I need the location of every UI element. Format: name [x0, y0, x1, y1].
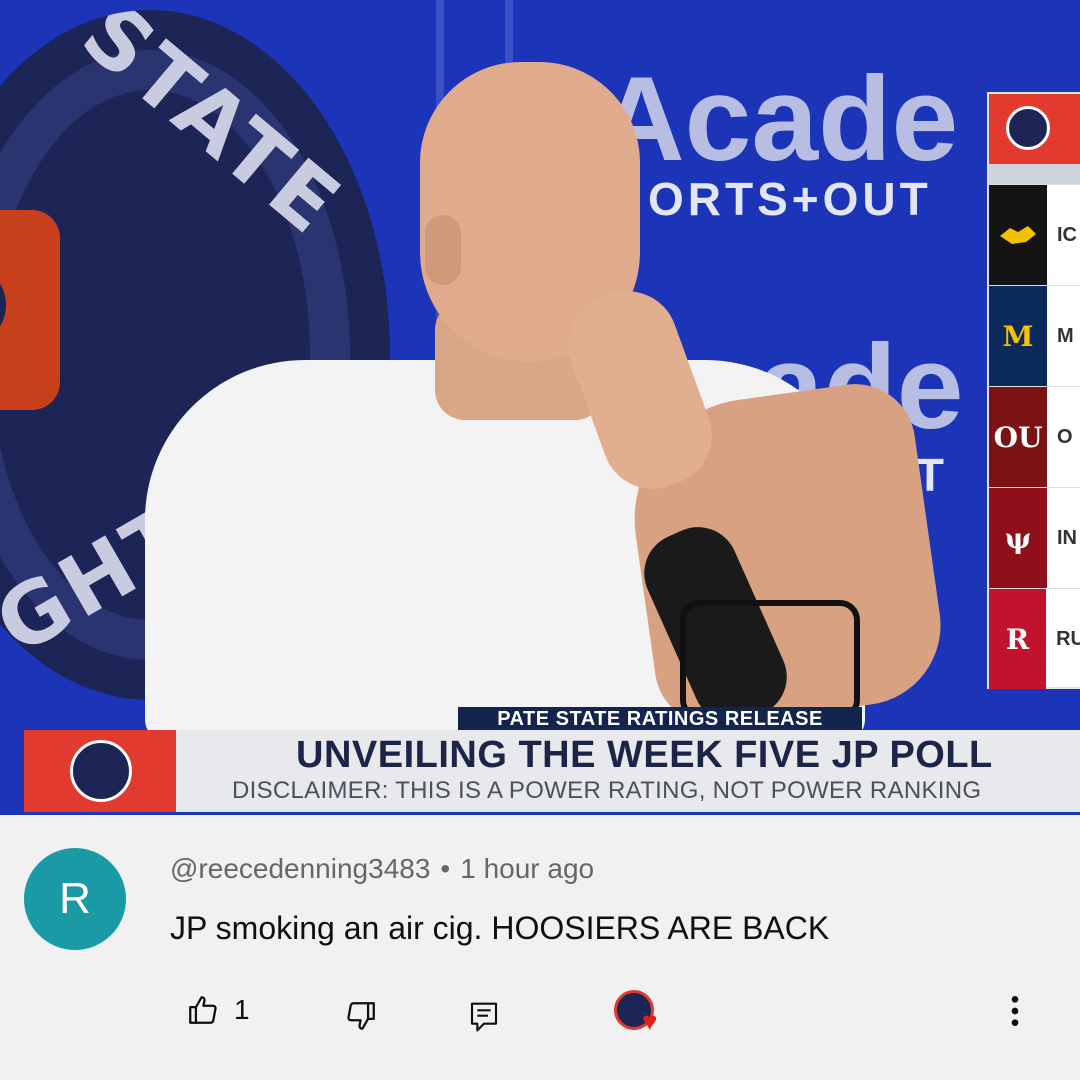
like-count: 1	[234, 994, 250, 1025]
block-r-icon: R	[989, 589, 1047, 689]
standings-team-abbr: IC	[1057, 223, 1077, 246]
host-ear	[425, 215, 461, 285]
ou-icon: OU	[989, 387, 1047, 487]
comment-text: JP smoking an air cig. HOOSIERS ARE BACK	[170, 910, 830, 946]
standings-team-abbr: M	[1057, 324, 1074, 347]
more-options-button[interactable]	[1000, 991, 1030, 1031]
standings-panel: IC M M OU Oψ IN R RU	[987, 92, 1080, 689]
heart-icon: ♥	[642, 1006, 658, 1036]
standings-row: MM	[989, 285, 1080, 386]
standings-header	[989, 94, 1080, 164]
standings-team-abbr: RU	[1056, 627, 1080, 650]
comment-card: R @reecedenning3483 • 1 hour ago JP smokin…	[0, 815, 1080, 1074]
standings-row: R RU	[989, 588, 1080, 689]
reply-comment-icon	[470, 1002, 498, 1032]
standings-team-abbr: IN	[1057, 526, 1077, 549]
standings-row: OU O	[989, 386, 1080, 487]
academy-sign-subtext: ORTS+OUT	[648, 173, 932, 225]
creator-heart-badge[interactable]: ♥	[614, 990, 668, 1036]
hawkeye-icon	[989, 185, 1047, 285]
video-frame[interactable]: STATE GHT Acade ORTS+OUT cade +OUT ICMMO…	[0, 0, 1080, 815]
lower-third-disclaimer: DISCLAIMER: THIS IS A POWER RATING, NOT …	[232, 777, 982, 804]
dislike-button[interactable]	[344, 999, 378, 1033]
like-button[interactable]: 1	[186, 993, 250, 1027]
standings-row: IC	[989, 184, 1080, 285]
standings-team-abbr: O	[1057, 425, 1073, 448]
avatar-letter: R	[59, 874, 91, 923]
comment-time[interactable]: 1 hour ago	[460, 853, 594, 884]
avatar[interactable]: R	[24, 848, 126, 950]
microphone-stand	[680, 600, 860, 720]
lower-third-headline: UNVEILING THE WEEK FIVE JP POLL	[296, 734, 993, 776]
academy-sign-text: Acade	[598, 52, 959, 186]
block-m-icon: M	[989, 286, 1047, 386]
comment-author[interactable]: @reecedenning3483	[170, 853, 430, 884]
standings-row: ψ IN	[989, 487, 1080, 588]
pate-state-freights-seal-icon	[70, 740, 132, 802]
lower-third-brand	[24, 730, 176, 812]
meta-separator: •	[440, 853, 451, 884]
lower-third-tag: PATE STATE RATINGS RELEASE	[458, 707, 862, 731]
thumbs-up-icon	[189, 996, 217, 1024]
comment-meta: @reecedenning3483 • 1 hour ago	[170, 853, 594, 885]
pate-state-logo-icon	[1006, 106, 1050, 150]
comment-actions: 1 ♥	[0, 985, 1080, 1045]
lower-third-bar: UNVEILING THE WEEK FIVE JP POLL DISCLAIM…	[24, 730, 1080, 812]
reply-button[interactable]	[468, 999, 500, 1035]
thumbs-down-icon	[347, 1002, 375, 1030]
trident-icon: ψ	[989, 488, 1047, 588]
more-vert-icon	[1011, 996, 1019, 1026]
